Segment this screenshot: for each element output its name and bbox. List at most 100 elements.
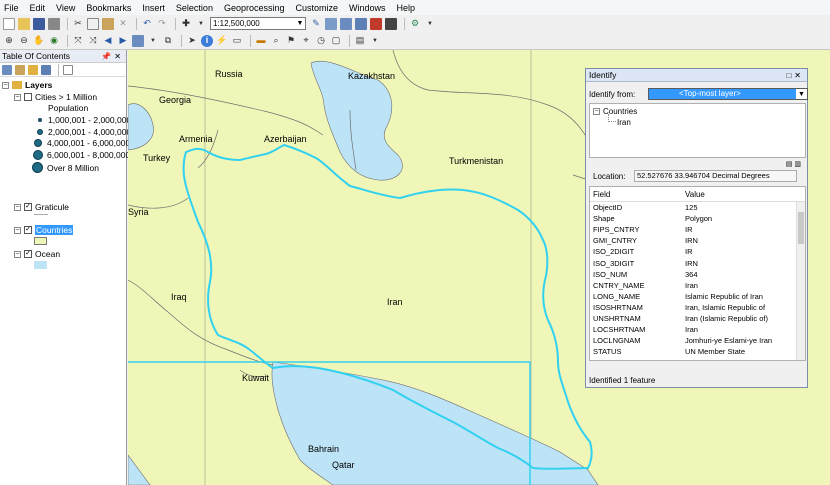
catalog-icon[interactable] <box>340 17 352 30</box>
chevron-down-icon[interactable]: ▼ <box>195 18 207 30</box>
toc-layers-root[interactable]: − Layers <box>2 80 52 90</box>
arctoolbox-icon[interactable] <box>370 17 382 30</box>
fixed-zoom-out-icon[interactable]: ⤨ <box>87 35 99 47</box>
find-route-icon[interactable]: ⚑ <box>285 35 297 47</box>
toc-layer-ocean[interactable]: − ✓ Ocean <box>14 249 60 259</box>
identify-window-controls[interactable]: □✕ <box>786 71 804 80</box>
table-row[interactable]: ISO_NUM 364 <box>590 269 805 280</box>
layer-visibility-checkbox[interactable]: ✓ <box>24 203 32 211</box>
menu-bookmarks[interactable]: Bookmarks <box>86 3 131 13</box>
table-row[interactable]: ISO_3DIGIT IRN <box>590 257 805 268</box>
open-folder-icon[interactable] <box>18 17 30 30</box>
new-document-icon[interactable] <box>3 17 15 30</box>
table-row[interactable]: Shape Polygon <box>590 213 805 224</box>
full-extent-icon[interactable]: ◉ <box>48 35 60 47</box>
modelbuilder-icon[interactable]: ⚙ <box>409 18 421 30</box>
copy-icon[interactable] <box>87 17 99 30</box>
table-of-contents-icon[interactable] <box>325 17 337 30</box>
chevron-down-icon[interactable]: ▼ <box>295 20 305 27</box>
python-window-icon[interactable] <box>385 17 397 30</box>
map-scale-combobox[interactable]: 1:12,500,000 ▼ <box>210 17 306 30</box>
zoom-out-icon[interactable]: ⊖ <box>18 35 30 47</box>
collapse-icon[interactable]: − <box>14 93 21 101</box>
select-features-icon[interactable] <box>132 34 144 47</box>
html-popup-icon[interactable]: ▭ <box>231 35 243 47</box>
clear-selection-icon[interactable]: ⧉ <box>162 35 174 47</box>
table-row[interactable]: LOCSHRTNAM Iran <box>590 324 805 335</box>
menu-windows[interactable]: Windows <box>349 3 386 13</box>
table-row[interactable]: ISO_2DIGIT IR <box>590 246 805 257</box>
chevron-down-icon[interactable]: ▼ <box>147 35 159 47</box>
list-by-selection-icon[interactable] <box>41 64 51 75</box>
collapse-icon[interactable]: − <box>14 203 21 211</box>
toc-layer-cities[interactable]: − Cities > 1 Million <box>14 92 97 102</box>
list-by-drawing-order-icon[interactable] <box>2 64 12 75</box>
menu-insert[interactable]: Insert <box>142 3 165 13</box>
measure-icon[interactable]: ▬ <box>255 35 267 47</box>
fixed-zoom-in-icon[interactable]: ⤧ <box>72 35 84 47</box>
menu-view[interactable]: View <box>56 3 75 13</box>
editor-toolbar-icon[interactable]: ✎ <box>310 18 322 30</box>
layer-visibility-checkbox[interactable]: ✓ <box>24 250 32 258</box>
tree-node-iran[interactable]: Iran <box>617 118 631 127</box>
menu-help[interactable]: Help <box>397 3 416 13</box>
collapse-icon[interactable]: − <box>14 250 21 258</box>
attribute-table-scrollbar[interactable] <box>796 202 805 360</box>
toc-layer-graticule[interactable]: − ✓ Graticule <box>14 202 69 212</box>
redo-icon[interactable]: ↷ <box>156 18 168 30</box>
table-row[interactable]: GMI_CNTRY IRN <box>590 235 805 246</box>
chevron-down-icon[interactable]: ▼ <box>424 18 436 30</box>
save-icon[interactable] <box>33 17 45 30</box>
table-row[interactable]: UNSHRTNAM Iran (Islamic Republic of) <box>590 313 805 324</box>
forward-icon[interactable]: ▶ <box>117 35 129 47</box>
menu-geoprocessing[interactable]: Geoprocessing <box>224 3 285 13</box>
create-viewer-icon[interactable]: ▢ <box>330 35 342 47</box>
toc-layer-countries[interactable]: − ✓ Countries <box>14 225 74 235</box>
identify-title-bar[interactable]: Identify □✕ <box>586 69 807 82</box>
identify-icon[interactable]: i <box>201 34 213 47</box>
scrollbar-thumb[interactable] <box>798 212 804 244</box>
swipe-icon[interactable]: ▤ <box>354 35 366 47</box>
table-row[interactable]: FIPS_CNTRY IR <box>590 224 805 235</box>
menu-edit[interactable]: Edit <box>30 3 46 13</box>
menu-customize[interactable]: Customize <box>296 3 339 13</box>
cut-icon[interactable]: ✂ <box>72 18 84 30</box>
select-elements-icon[interactable]: ➤ <box>186 35 198 47</box>
list-by-source-icon[interactable] <box>15 64 25 75</box>
table-row[interactable]: ObjectID 125 <box>590 202 805 213</box>
collapse-icon[interactable]: − <box>14 226 21 234</box>
time-slider-icon[interactable]: ◷ <box>315 35 327 47</box>
paste-icon[interactable] <box>102 17 114 30</box>
back-icon[interactable]: ◀ <box>102 35 114 47</box>
zoom-in-icon[interactable]: ⊕ <box>3 35 15 47</box>
search-window-icon[interactable] <box>355 17 367 30</box>
table-row[interactable]: ISOSHRTNAM Iran, Islamic Republic of <box>590 302 805 313</box>
print-icon[interactable] <box>48 17 60 30</box>
table-row[interactable]: LONG_NAME Islamic Republic of Iran <box>590 291 805 302</box>
table-row[interactable]: LOCLNGNAM Jomhuri-ye Eslami-ye Iran <box>590 335 805 346</box>
collapse-icon[interactable]: − <box>593 108 600 115</box>
identify-from-dropdown[interactable]: <Top-most layer> ▼ <box>648 88 808 100</box>
layer-visibility-checkbox[interactable] <box>24 93 32 101</box>
undo-icon[interactable]: ↶ <box>141 18 153 30</box>
toc-window-controls[interactable]: 📌✕ <box>101 52 124 61</box>
menu-selection[interactable]: Selection <box>176 3 213 13</box>
find-icon[interactable]: ⌕ <box>270 35 282 47</box>
table-row[interactable]: STATUS UN Member State <box>590 346 805 357</box>
chevron-down-icon[interactable]: ▼ <box>369 35 381 47</box>
attribute-field-value: Iran <box>685 280 698 290</box>
add-data-icon[interactable]: ✚ <box>180 18 192 30</box>
options-icon[interactable] <box>63 64 73 75</box>
collapse-icon[interactable]: − <box>2 81 9 89</box>
ocean-symbol <box>34 261 47 269</box>
chevron-down-icon[interactable]: ▼ <box>796 91 807 98</box>
layer-visibility-checkbox[interactable]: ✓ <box>24 226 32 234</box>
pan-icon[interactable]: ✋ <box>33 35 45 47</box>
identify-view-buttons[interactable]: ▤▥ <box>786 160 803 168</box>
go-to-xy-icon[interactable]: ⌖ <box>300 35 312 47</box>
table-row[interactable]: CNTRY_NAME Iran <box>590 280 805 291</box>
hyperlink-icon[interactable]: ⚡ <box>216 35 228 47</box>
delete-icon[interactable]: ✕ <box>117 18 129 30</box>
menu-file[interactable]: File <box>4 3 19 13</box>
list-by-visibility-icon[interactable] <box>28 64 38 75</box>
